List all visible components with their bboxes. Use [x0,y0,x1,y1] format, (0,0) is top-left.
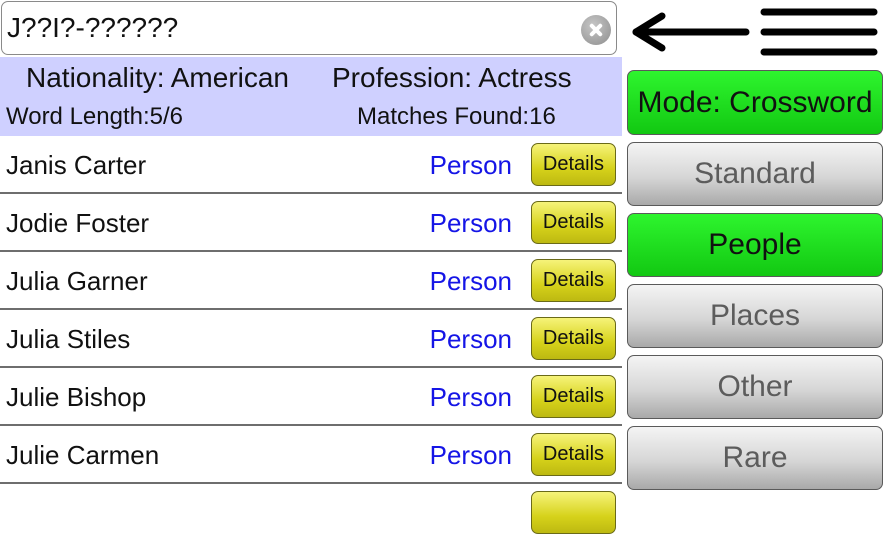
result-type: Person [429,440,512,470]
nationality-label: Nationality: American [26,62,290,93]
details-button[interactable]: Details [531,201,616,244]
word-length-label: Word Length:5/6 [6,103,184,130]
result-name: Jodie Foster [6,208,150,238]
category-people-button[interactable]: People [627,213,883,277]
list-item[interactable]: Julia Garner Person Details [0,252,622,310]
list-item[interactable]: Julie Bishop Person Details [0,368,622,426]
details-button[interactable]: Details [531,433,616,476]
matches-found-label: Matches Found:16 [357,103,556,130]
results-list: Janis Carter Person Details Jodie Foster… [0,136,622,534]
details-button[interactable]: Details [531,375,616,418]
list-item-partial[interactable] [0,484,622,534]
hamburger-menu-icon [760,8,878,56]
filter-info-panel: Nationality: American Profession: Actres… [0,57,622,136]
list-item[interactable]: Janis Carter Person Details [0,136,622,194]
result-type: Person [429,208,512,238]
result-type: Person [429,382,512,412]
category-places-button[interactable]: Places [627,284,883,348]
result-name: Julie Bishop [6,382,147,412]
result-type: Person [429,324,512,354]
category-standard-button[interactable]: Standard [627,142,883,206]
details-button[interactable]: Details [531,143,616,186]
menu-button[interactable] [758,6,880,58]
list-item[interactable]: Jodie Foster Person Details [0,194,622,252]
details-button[interactable] [531,491,616,534]
clear-x-circle-icon[interactable] [581,15,611,45]
details-button[interactable]: Details [531,317,616,360]
result-name: Julia Stiles [6,324,131,354]
category-other-button[interactable]: Other [627,355,883,419]
category-rare-button[interactable]: Rare [627,426,883,490]
result-name: Julia Garner [6,266,148,296]
list-item[interactable]: Julia Stiles Person Details [0,310,622,368]
result-type: Person [429,150,512,180]
search-query-text[interactable]: J??I?-?????? [7,12,178,44]
profession-label: Profession: Actress [332,62,572,93]
back-arrow-icon [632,12,750,52]
list-item[interactable]: Julie Carmen Person Details [0,426,622,484]
search-input[interactable]: J??I?-?????? [1,1,617,55]
result-name: Janis Carter [6,150,147,180]
mode-crossword-button[interactable]: Mode: Crossword [627,70,883,135]
details-button[interactable]: Details [531,259,616,302]
result-name: Julie Carmen [6,440,160,470]
back-button[interactable] [628,8,752,58]
result-type: Person [429,266,512,296]
